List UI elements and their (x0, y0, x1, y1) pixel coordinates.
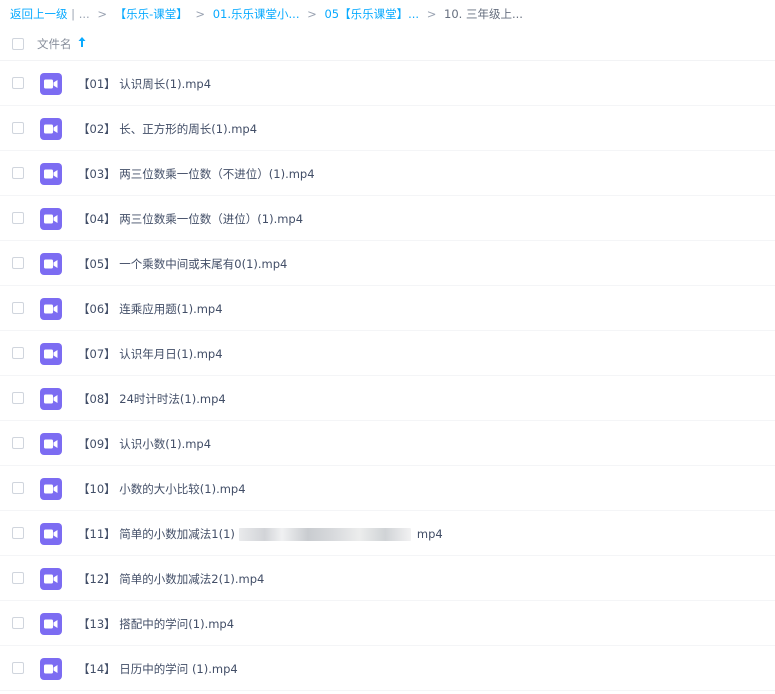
breadcrumb-item-3[interactable]: 05【乐乐课堂】... (324, 7, 419, 21)
breadcrumb-separator: > (195, 7, 206, 21)
file-list: 【01】 认识周长(1).mp4 【02】 长、正方形的周长(1).mp4 【03】… (0, 61, 775, 691)
file-name-suffix: mp4 (416, 527, 443, 541)
row-checkbox[interactable] (12, 77, 24, 89)
row-checkbox[interactable] (12, 212, 24, 224)
breadcrumb: 返回上一级 | ... > 【乐乐-课堂】 > 01.乐乐课堂小... > 05… (10, 6, 523, 22)
file-name[interactable]: 【11】 简单的小数加减法1(1) mp4 (78, 526, 443, 542)
file-name[interactable]: 【12】 简单的小数加减法2(1).mp4 (78, 571, 264, 587)
file-list-header: 文件名 (0, 31, 775, 61)
file-name[interactable]: 【13】 搭配中的学问(1).mp4 (78, 616, 234, 632)
breadcrumb-separator: > (426, 7, 437, 21)
file-row[interactable]: 【12】 简单的小数加减法2(1).mp4 (0, 556, 775, 601)
row-checkbox[interactable] (12, 347, 24, 359)
breadcrumb-separator: > (97, 7, 107, 21)
breadcrumb-divider: | (71, 7, 76, 21)
breadcrumb-separator: > (307, 7, 317, 21)
row-checkbox[interactable] (12, 437, 24, 449)
file-name[interactable]: 【09】 认识小数(1).mp4 (78, 436, 211, 452)
row-checkbox[interactable] (12, 572, 24, 584)
video-file-icon (40, 298, 62, 320)
video-file-icon (40, 118, 62, 140)
video-file-icon (40, 253, 62, 275)
breadcrumb-item-1[interactable]: 【乐乐-课堂】 (115, 7, 188, 21)
file-row[interactable]: 【01】 认识周长(1).mp4 (0, 61, 775, 106)
file-name-prefix: 【11】 简单的小数加减法1(1) (78, 527, 235, 541)
video-file-icon (40, 613, 62, 635)
file-row[interactable]: 【03】 两三位数乘一位数（不进位）(1).mp4 (0, 151, 775, 196)
video-file-icon (40, 478, 62, 500)
file-row[interactable]: 【07】 认识年月日(1).mp4 (0, 331, 775, 376)
video-file-icon (40, 388, 62, 410)
video-file-icon (40, 523, 62, 545)
file-name[interactable]: 【06】 连乘应用题(1).mp4 (78, 301, 223, 317)
file-name[interactable]: 【04】 两三位数乘一位数（进位）(1).mp4 (78, 211, 303, 227)
file-row[interactable]: 【05】 一个乘数中间或末尾有0(1).mp4 (0, 241, 775, 286)
row-checkbox[interactable] (12, 662, 24, 674)
file-name[interactable]: 【08】 24时计时法(1).mp4 (78, 391, 226, 407)
back-link[interactable]: 返回上一级 (10, 7, 68, 21)
file-name[interactable]: 【02】 长、正方形的周长(1).mp4 (78, 121, 257, 137)
row-checkbox[interactable] (12, 302, 24, 314)
file-row[interactable]: 【13】 搭配中的学问(1).mp4 (0, 601, 775, 646)
column-header-filename[interactable]: 文件名 (37, 36, 72, 52)
breadcrumb-ellipsis[interactable]: ... (79, 7, 90, 21)
file-row[interactable]: 【10】 小数的大小比较(1).mp4 (0, 466, 775, 511)
file-name[interactable]: 【14】 日历中的学问 (1).mp4 (78, 661, 238, 677)
arrow-up-icon[interactable] (78, 36, 86, 48)
video-file-icon (40, 73, 62, 95)
row-checkbox[interactable] (12, 482, 24, 494)
file-name[interactable]: 【03】 两三位数乘一位数（不进位）(1).mp4 (78, 166, 315, 182)
file-row[interactable]: 【04】 两三位数乘一位数（进位）(1).mp4 (0, 196, 775, 241)
redacted-text (238, 528, 411, 541)
row-checkbox[interactable] (12, 392, 24, 404)
breadcrumb-item-2[interactable]: 01.乐乐课堂小... (213, 7, 300, 21)
row-checkbox[interactable] (12, 257, 24, 269)
file-row[interactable]: 【06】 连乘应用题(1).mp4 (0, 286, 775, 331)
video-file-icon (40, 208, 62, 230)
file-name[interactable]: 【10】 小数的大小比较(1).mp4 (78, 481, 246, 497)
file-name[interactable]: 【01】 认识周长(1).mp4 (78, 76, 211, 92)
video-file-icon (40, 433, 62, 455)
video-file-icon (40, 658, 62, 680)
video-file-icon (40, 568, 62, 590)
row-checkbox[interactable] (12, 122, 24, 134)
file-name[interactable]: 【07】 认识年月日(1).mp4 (78, 346, 223, 362)
file-row[interactable]: 【11】 简单的小数加减法1(1) mp4 (0, 511, 775, 556)
row-checkbox[interactable] (12, 167, 24, 179)
row-checkbox[interactable] (12, 527, 24, 539)
breadcrumb-current: 10. 三年级上... (444, 7, 523, 21)
file-row[interactable]: 【14】 日历中的学问 (1).mp4 (0, 646, 775, 691)
video-file-icon (40, 343, 62, 365)
video-file-icon (40, 163, 62, 185)
select-all-checkbox[interactable] (12, 38, 24, 50)
file-row[interactable]: 【02】 长、正方形的周长(1).mp4 (0, 106, 775, 151)
file-name[interactable]: 【05】 一个乘数中间或末尾有0(1).mp4 (78, 256, 287, 272)
file-row[interactable]: 【08】 24时计时法(1).mp4 (0, 376, 775, 421)
row-checkbox[interactable] (12, 617, 24, 629)
file-row[interactable]: 【09】 认识小数(1).mp4 (0, 421, 775, 466)
